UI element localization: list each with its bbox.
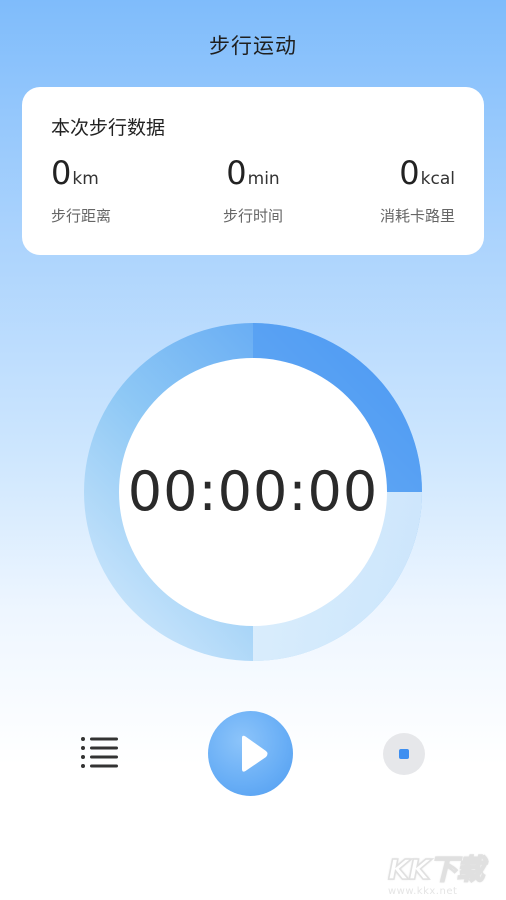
distance-unit: km [72, 169, 99, 189]
time-unit: min [247, 169, 280, 189]
list-icon [81, 737, 118, 768]
time-stat: 0min 步行时间 [183, 153, 323, 226]
stop-icon [399, 749, 409, 759]
distance-label: 步行距离 [51, 207, 112, 225]
watermark-logo: KK下载 [387, 852, 485, 887]
page-title: 步行运动 [209, 34, 297, 58]
walk-summary-card: 本次步行数据 0km 步行距离 0min 步行时间 0kcal 消耗卡路里 [22, 87, 484, 255]
calories-value: 0 [399, 154, 420, 192]
play-icon [242, 735, 268, 772]
calories-label: 消耗卡路里 [379, 207, 455, 225]
time-value: 0 [226, 154, 247, 192]
stop-button[interactable] [383, 733, 425, 775]
calories-stat: 0kcal 消耗卡路里 [380, 153, 455, 226]
play-button[interactable] [208, 711, 293, 796]
watermark: KK下载 www.kkx.net [387, 848, 500, 898]
summary-title: 本次步行数据 [51, 117, 166, 139]
calories-unit: kcal [420, 169, 455, 189]
distance-stat: 0km 步行距离 [51, 153, 111, 226]
timer-ring: 00:00:00 [84, 323, 422, 661]
elapsed-timer: 00:00:00 [127, 460, 379, 523]
distance-value: 0 [51, 154, 72, 192]
time-label: 步行时间 [222, 207, 283, 225]
history-list-button[interactable] [78, 735, 122, 771]
